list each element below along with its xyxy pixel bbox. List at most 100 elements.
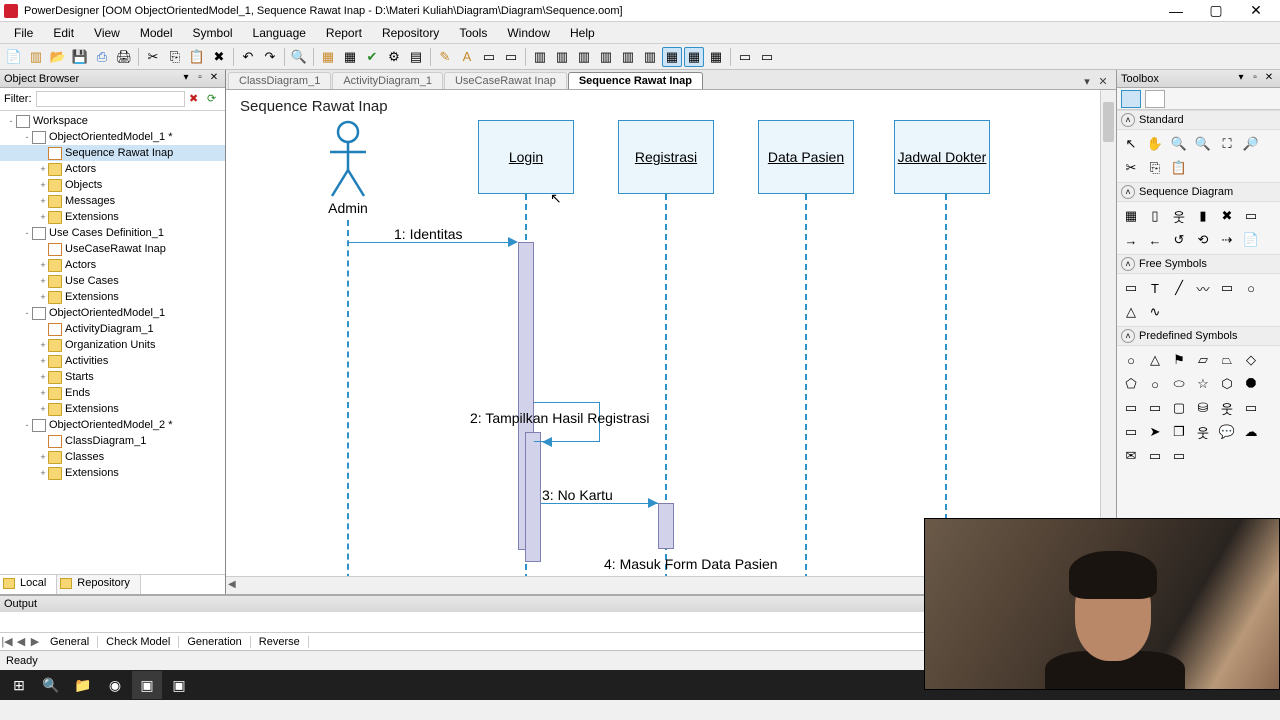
tree-node[interactable]: +Extensions <box>0 289 225 305</box>
lifeline-data-pasien[interactable]: Data Pasien <box>758 120 854 194</box>
app-taskbar-button[interactable]: ▣ <box>164 671 194 699</box>
lifeline-jadwal-dokter[interactable]: Jadwal Dokter <box>894 120 990 194</box>
tool-cube[interactable]: ❐ <box>1169 422 1189 442</box>
properties-button[interactable]: ▦ <box>318 47 338 67</box>
toolbox-dropdown-icon[interactable]: ▾ <box>1234 72 1248 86</box>
tool-flag[interactable]: ⚑ <box>1169 350 1189 370</box>
tree-node[interactable]: Sequence Rawat Inap <box>0 145 225 161</box>
new-model-button[interactable]: ▥ <box>26 47 46 67</box>
save-button[interactable]: 💾 <box>70 47 90 67</box>
tool-async[interactable]: ⇢ <box>1217 230 1237 250</box>
output-tab-reverse[interactable]: Reverse <box>251 636 309 648</box>
output-tab-generation[interactable]: Generation <box>179 636 250 648</box>
grid-button[interactable]: ▦ <box>340 47 360 67</box>
save-all-button[interactable]: ⎙ <box>92 47 112 67</box>
filter-clear-icon[interactable]: ✖ <box>189 92 203 106</box>
doc-tab[interactable]: ClassDiagram_1 <box>228 72 331 89</box>
tool-trap[interactable]: ⏢ <box>1217 350 1237 370</box>
menu-edit[interactable]: Edit <box>43 24 84 42</box>
tool-triangle[interactable]: △ <box>1145 350 1165 370</box>
tree-node[interactable]: -ObjectOrientedModel_1 <box>0 305 225 321</box>
tool-ellipse[interactable]: ○ <box>1241 278 1261 298</box>
tool-circle[interactable]: ○ <box>1145 374 1165 394</box>
menu-help[interactable]: Help <box>560 24 605 42</box>
tree-node[interactable]: +Ends <box>0 385 225 401</box>
minimize-button[interactable]: — <box>1156 0 1196 22</box>
tool-diamond[interactable]: ◇ <box>1241 350 1261 370</box>
actor-admin[interactable]: Admin <box>326 120 370 216</box>
color-line-button[interactable]: ▭ <box>501 47 521 67</box>
tree-node[interactable]: +Objects <box>0 177 225 193</box>
tree-node[interactable]: -ObjectOrientedModel_2 * <box>0 417 225 433</box>
layout3-button[interactable]: ▦ <box>706 47 726 67</box>
panel-dropdown-icon[interactable]: ▾ <box>179 72 193 86</box>
vertical-scrollbar[interactable] <box>1100 90 1116 576</box>
tool-ellipse2[interactable]: ⬭ <box>1169 374 1189 394</box>
doc-tab[interactable]: Sequence Rawat Inap <box>568 72 703 89</box>
tool-rrect[interactable]: ▢ <box>1169 398 1189 418</box>
browser-tab-repository[interactable]: Repository <box>57 575 141 594</box>
chrome-button[interactable]: ◉ <box>100 671 130 699</box>
tree-node[interactable]: +Activities <box>0 353 225 369</box>
tool-file[interactable]: 📄 <box>1241 230 1261 250</box>
output-tab-general[interactable]: General <box>42 636 98 648</box>
close-button[interactable]: ✕ <box>1236 0 1276 22</box>
tool-pointer[interactable]: ↖ <box>1121 134 1141 154</box>
toolbox-section-predefined-symbols[interactable]: ˄Predefined Symbols <box>1117 326 1280 346</box>
tool-cloud[interactable]: ☁ <box>1241 422 1261 442</box>
menu-view[interactable]: View <box>84 24 130 42</box>
tree-node[interactable]: +Actors <box>0 257 225 273</box>
toolbox-section-free-symbols[interactable]: ˄Free Symbols <box>1117 254 1280 274</box>
find-button[interactable]: 🔍 <box>289 47 309 67</box>
menu-language[interactable]: Language <box>243 24 316 42</box>
tree-node[interactable]: ClassDiagram_1 <box>0 433 225 449</box>
powerdesigner-taskbar-button[interactable]: ▣ <box>132 671 162 699</box>
tool-rect7[interactable]: ▭ <box>1145 446 1165 466</box>
open-button[interactable]: 📂 <box>48 47 68 67</box>
tool-self[interactable]: ↺ <box>1169 230 1189 250</box>
browser-button[interactable]: ▤ <box>406 47 426 67</box>
cut-button[interactable]: ✂ <box>143 47 163 67</box>
align6-button[interactable]: ▥ <box>640 47 660 67</box>
activation-login-inner[interactable] <box>525 432 541 562</box>
tool-person[interactable]: 웃 <box>1217 398 1237 418</box>
tool-actor[interactable]: 웃 <box>1169 206 1189 226</box>
maximize-button[interactable]: ▢ <box>1196 0 1236 22</box>
text-button[interactable]: A <box>457 47 477 67</box>
toolbox-list-view-button[interactable] <box>1145 90 1165 108</box>
tree-node[interactable]: +Messages <box>0 193 225 209</box>
tool-paste[interactable]: 📋 <box>1169 158 1189 178</box>
output-tab-check-model[interactable]: Check Model <box>98 636 179 648</box>
tool-object[interactable]: ▯ <box>1145 206 1165 226</box>
tool-recursive[interactable]: ⟲ <box>1193 230 1213 250</box>
doc-tab-close-icon[interactable]: ✕ <box>1096 75 1110 89</box>
layout1-button[interactable]: ▦ <box>662 47 682 67</box>
color-fill-button[interactable]: ▭ <box>479 47 499 67</box>
tree-node[interactable]: -Use Cases Definition_1 <box>0 225 225 241</box>
menu-tools[interactable]: Tools <box>449 24 497 42</box>
align1-button[interactable]: ▥ <box>530 47 550 67</box>
tool-cut[interactable]: ✂ <box>1121 158 1141 178</box>
tree-node[interactable]: +Organization Units <box>0 337 225 353</box>
doc-tab[interactable]: UseCaseRawat Inap <box>444 72 567 89</box>
tool-activation[interactable]: ▮ <box>1193 206 1213 226</box>
new-button[interactable]: 📄 <box>4 47 24 67</box>
message-3-line[interactable] <box>541 503 658 504</box>
layout2-button[interactable]: ▦ <box>684 47 704 67</box>
delete-button[interactable]: ✖ <box>209 47 229 67</box>
filter-input[interactable] <box>36 91 186 107</box>
tool-oct[interactable]: ⯃ <box>1241 374 1261 394</box>
print-button[interactable]: 🖨 <box>114 47 134 67</box>
tool-hex[interactable]: ⬡ <box>1217 374 1237 394</box>
tool-frame[interactable]: ▭ <box>1241 206 1261 226</box>
menu-file[interactable]: File <box>4 24 43 42</box>
model-tree[interactable]: -Workspace-ObjectOrientedModel_1 *Sequen… <box>0 111 225 574</box>
tool-rect8[interactable]: ▭ <box>1169 446 1189 466</box>
check-button[interactable]: ✔ <box>362 47 382 67</box>
filter-refresh-icon[interactable]: ⟳ <box>207 92 221 106</box>
explorer-button[interactable]: 📁 <box>68 671 98 699</box>
output-nav-next-icon[interactable]: ▶ <box>28 635 42 648</box>
menu-window[interactable]: Window <box>497 24 560 42</box>
align2-button[interactable]: ▥ <box>552 47 572 67</box>
tool-zoom-in[interactable]: 🔍 <box>1193 134 1213 154</box>
